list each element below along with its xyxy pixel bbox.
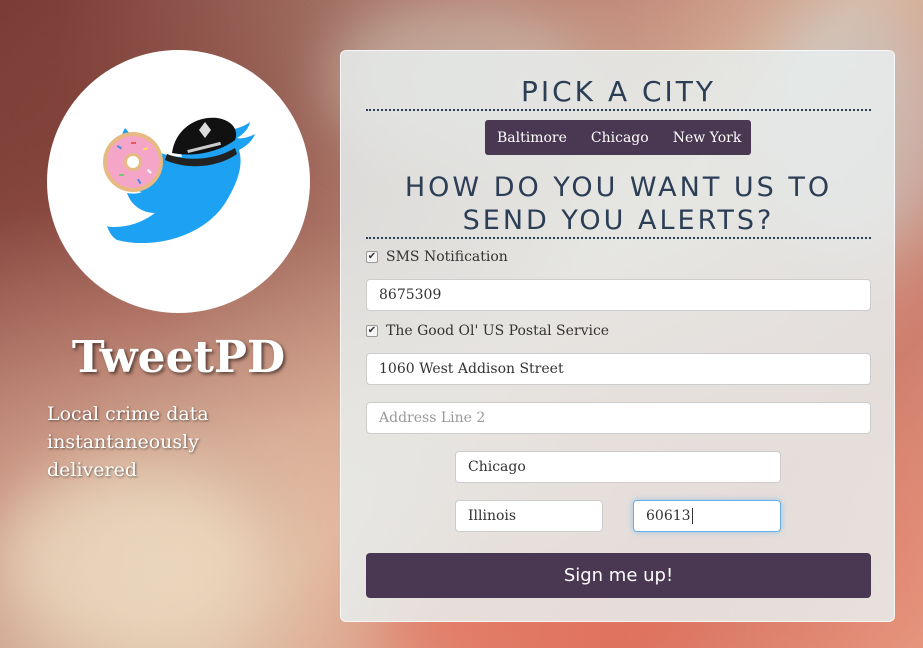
city-button-chicago[interactable]: Chicago xyxy=(579,130,661,146)
logo xyxy=(47,50,310,313)
mail-checkbox[interactable]: ✔ xyxy=(366,325,378,337)
background-blur xyxy=(0,470,260,648)
pick-city-heading: PICK A CITY xyxy=(366,75,871,111)
sms-option: ✔ SMS Notification xyxy=(366,249,508,265)
city-button-baltimore[interactable]: Baltimore xyxy=(485,130,579,146)
phone-value: 8675309 xyxy=(379,287,442,303)
zip-input[interactable]: 60613 xyxy=(633,500,781,532)
tagline: Local crime data instantaneously deliver… xyxy=(47,403,209,481)
signup-panel: PICK A CITY Baltimore Chicago New York H… xyxy=(340,50,895,622)
city-selector: Baltimore Chicago New York xyxy=(485,120,751,155)
state-value: Illinois xyxy=(468,508,517,524)
city-input[interactable]: Chicago xyxy=(455,451,781,483)
phone-input[interactable]: 8675309 xyxy=(366,279,871,311)
mail-option: ✔ The Good Ol' US Postal Service xyxy=(366,323,609,339)
alerts-heading: HOW DO YOU WANT US TO SEND YOU ALERTS? xyxy=(366,171,871,239)
address-line-2-placeholder: Address Line 2 xyxy=(379,410,486,426)
twitter-bird-police-donut-icon xyxy=(103,117,255,244)
sign-up-button[interactable]: Sign me up! xyxy=(366,553,871,598)
state-input[interactable]: Illinois xyxy=(455,500,603,532)
address-line-1-input[interactable]: 1060 West Addison Street xyxy=(366,353,871,385)
sms-checkbox[interactable]: ✔ xyxy=(366,251,378,263)
text-caret xyxy=(691,508,693,524)
address-line-1-value: 1060 West Addison Street xyxy=(379,361,564,377)
brand-name: TweetPD xyxy=(71,332,286,383)
address-line-2-input[interactable]: Address Line 2 xyxy=(366,402,871,434)
zip-value: 60613 xyxy=(646,508,691,524)
sms-label: SMS Notification xyxy=(386,249,508,265)
city-button-new-york[interactable]: New York xyxy=(661,130,754,146)
city-value: Chicago xyxy=(468,459,526,475)
mail-label: The Good Ol' US Postal Service xyxy=(386,323,610,339)
